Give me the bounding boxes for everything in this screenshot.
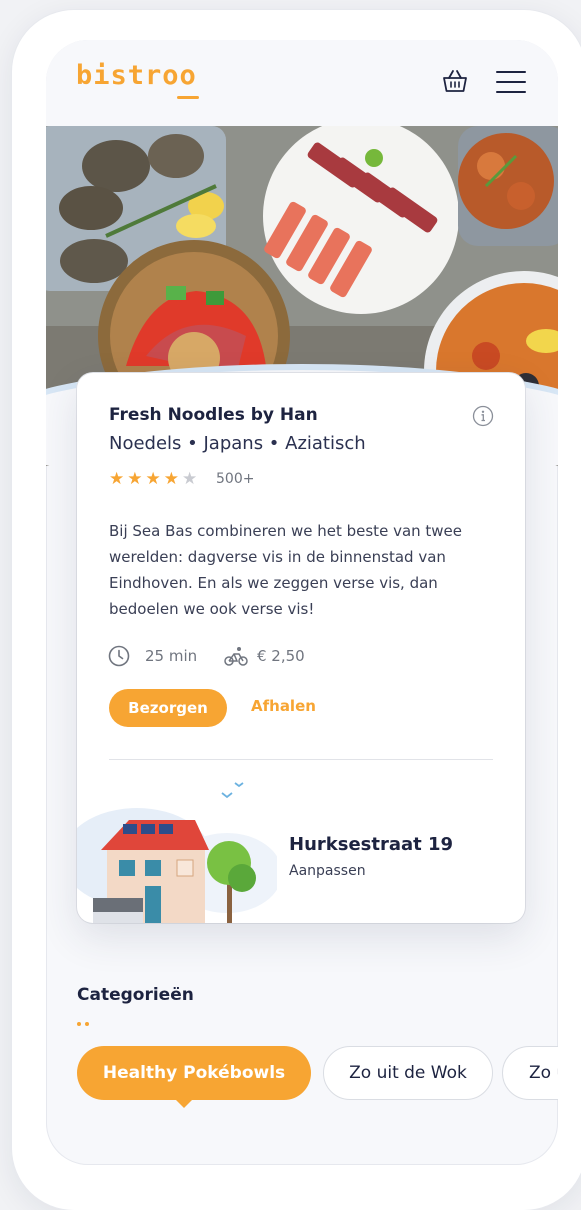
category-chip-healthy-pokebowls[interactable]: Healthy Pokébowls bbox=[77, 1046, 311, 1108]
category-chip-zo-uit-de-wok[interactable]: Zo uit de Wok bbox=[323, 1046, 493, 1100]
basket-icon[interactable] bbox=[442, 68, 468, 94]
categories-title: Categorieën bbox=[77, 985, 194, 1005]
star-icon: ★ bbox=[145, 469, 161, 489]
review-count: 500+ bbox=[216, 471, 255, 487]
house-illustration bbox=[77, 782, 277, 923]
delivery-time: 25 min bbox=[145, 647, 198, 665]
star-icon: ★ bbox=[127, 469, 143, 489]
restaurant-card: Fresh Noodles by Han Noedels • Japans • … bbox=[77, 373, 525, 923]
bistroo-logo[interactable]: bistroo bbox=[76, 60, 197, 91]
delivery-address: Hurksestraat 19 bbox=[289, 834, 454, 855]
edit-address-link[interactable]: Aanpassen bbox=[289, 863, 366, 879]
logo-underline bbox=[177, 96, 199, 99]
info-icon[interactable] bbox=[472, 405, 494, 427]
delivery-fee: € 2,50 bbox=[257, 647, 305, 665]
clock-icon bbox=[108, 645, 130, 667]
restaurant-cuisine: Noedels • Japans • Aziatisch bbox=[109, 433, 366, 454]
restaurant-description: Bij Sea Bas combineren we het beste van … bbox=[109, 522, 463, 618]
star-icon: ★ bbox=[109, 469, 125, 489]
deliver-button[interactable]: Bezorgen bbox=[109, 689, 227, 727]
bicycle-icon bbox=[224, 647, 248, 666]
categories-dots bbox=[77, 1022, 89, 1026]
star-icon: ★ bbox=[182, 469, 198, 489]
divider bbox=[109, 759, 493, 760]
star-icon: ★ bbox=[163, 469, 179, 489]
category-chip-zo-uit-de-wok-2[interactable]: Zo uit de Wok bbox=[502, 1046, 558, 1100]
restaurant-name: Fresh Noodles by Han bbox=[109, 405, 318, 425]
hamburger-menu-icon[interactable] bbox=[496, 71, 526, 93]
app-header: bistroo bbox=[46, 40, 558, 126]
app-screen: bistroo Fresh Noodles by Han Noedels • J… bbox=[46, 40, 558, 1165]
pickup-button[interactable]: Afhalen bbox=[251, 697, 316, 715]
rating-stars: ★ ★ ★ ★ ★ bbox=[109, 471, 197, 488]
